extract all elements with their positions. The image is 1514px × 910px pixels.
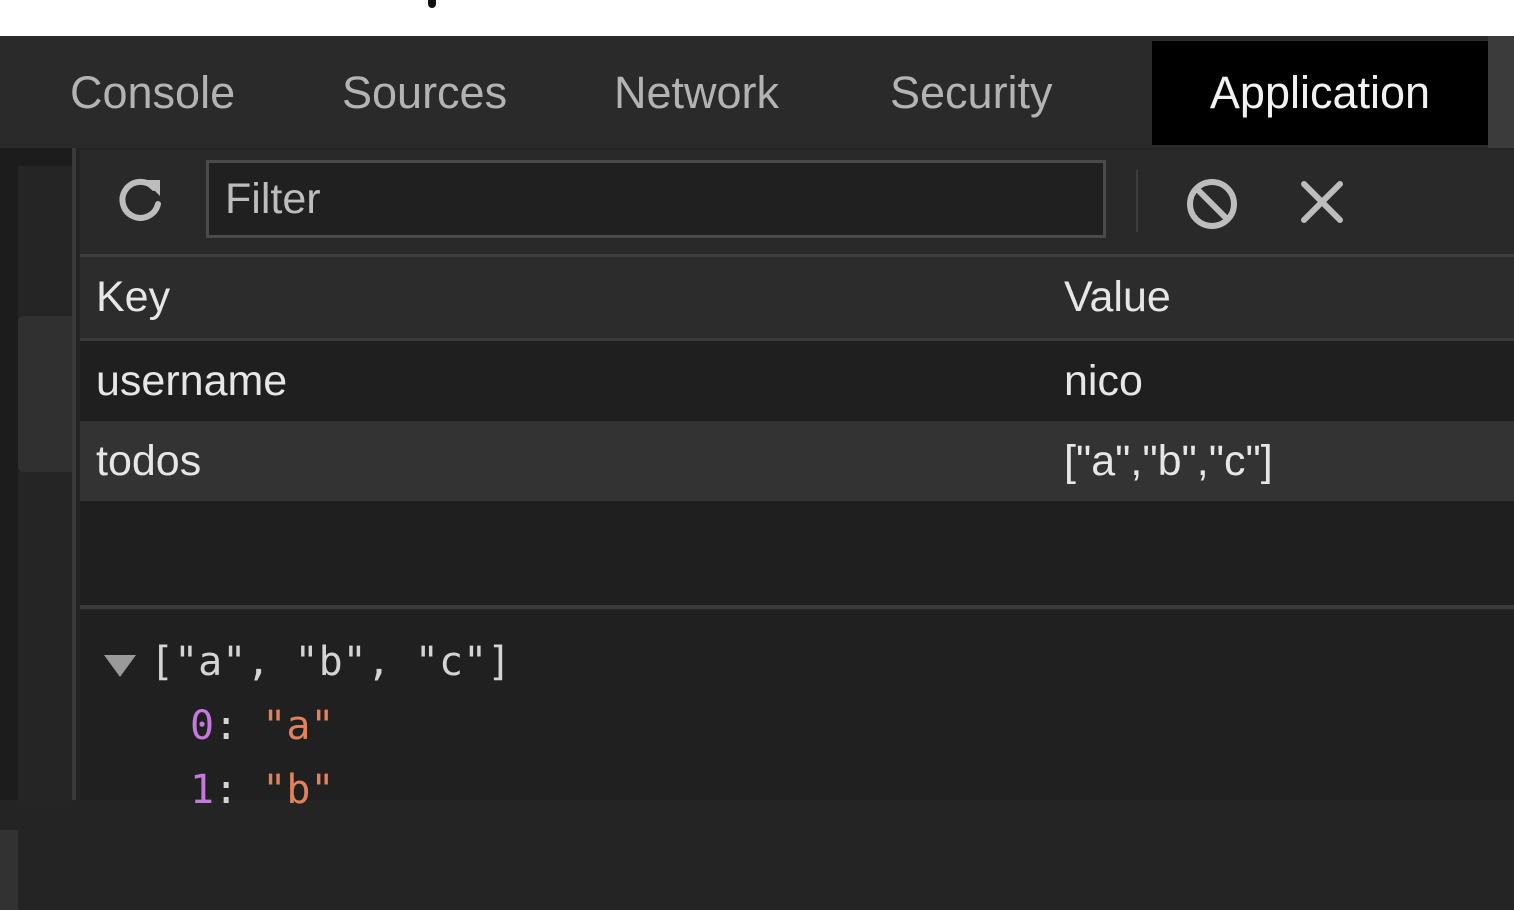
item-index: 1 — [190, 767, 215, 813]
preview-item: 1: "b" — [190, 767, 335, 813]
storage-toolbar — [80, 150, 1514, 257]
tab-security[interactable]: Security — [890, 41, 1053, 145]
value-preview-pane: ["a", "b", "c"] 0: "a" 1: "b" — [80, 611, 1514, 813]
item-colon: : — [214, 767, 263, 813]
preview-item: 0: "a" — [190, 703, 335, 749]
page-content-fragment — [428, 0, 436, 8]
item-colon: : — [214, 703, 263, 749]
table-row[interactable]: username nico — [80, 341, 1514, 421]
table-row-selected[interactable]: todos ["a","b","c"] — [80, 421, 1514, 501]
storage-table: Key Value username nico todos ["a","b","… — [80, 257, 1514, 609]
sidebar-divider[interactable] — [72, 148, 76, 800]
expand-triangle-icon[interactable] — [104, 655, 136, 677]
row-value[interactable]: nico — [1064, 341, 1143, 422]
row-key[interactable]: todos — [96, 421, 201, 502]
sidebar-selected-item-edge — [0, 830, 18, 910]
toolbar-separator — [1136, 170, 1138, 232]
column-header-key[interactable]: Key — [96, 257, 170, 338]
sidebar-gutter — [0, 148, 76, 910]
filter-input[interactable] — [206, 160, 1106, 238]
item-index: 0 — [190, 703, 215, 749]
tabbar-overflow-edge — [1488, 36, 1514, 148]
item-value: "b" — [262, 767, 335, 813]
row-key[interactable]: username — [96, 341, 287, 422]
close-icon[interactable] — [1298, 178, 1346, 226]
tab-sources[interactable]: Sources — [342, 41, 507, 145]
row-value[interactable]: ["a","b","c"] — [1064, 421, 1273, 502]
devtools-tabbar: Console Sources Network Security Applica… — [0, 36, 1514, 148]
clear-all-icon[interactable] — [1184, 176, 1240, 232]
sidebar-scroll-track — [18, 166, 74, 806]
column-header-value[interactable]: Value — [1064, 257, 1171, 338]
preview-summary[interactable]: ["a", "b", "c"] — [150, 639, 511, 685]
item-value: "a" — [262, 703, 335, 749]
tab-network[interactable]: Network — [614, 41, 779, 145]
tab-console[interactable]: Console — [70, 41, 235, 145]
refresh-icon[interactable] — [114, 174, 166, 226]
tab-application[interactable]: Application — [1152, 41, 1488, 145]
table-empty-row — [80, 501, 1514, 609]
table-header: Key Value — [80, 257, 1514, 341]
page-top-strip — [0, 0, 1514, 36]
sidebar-scrollbar[interactable] — [18, 316, 74, 472]
